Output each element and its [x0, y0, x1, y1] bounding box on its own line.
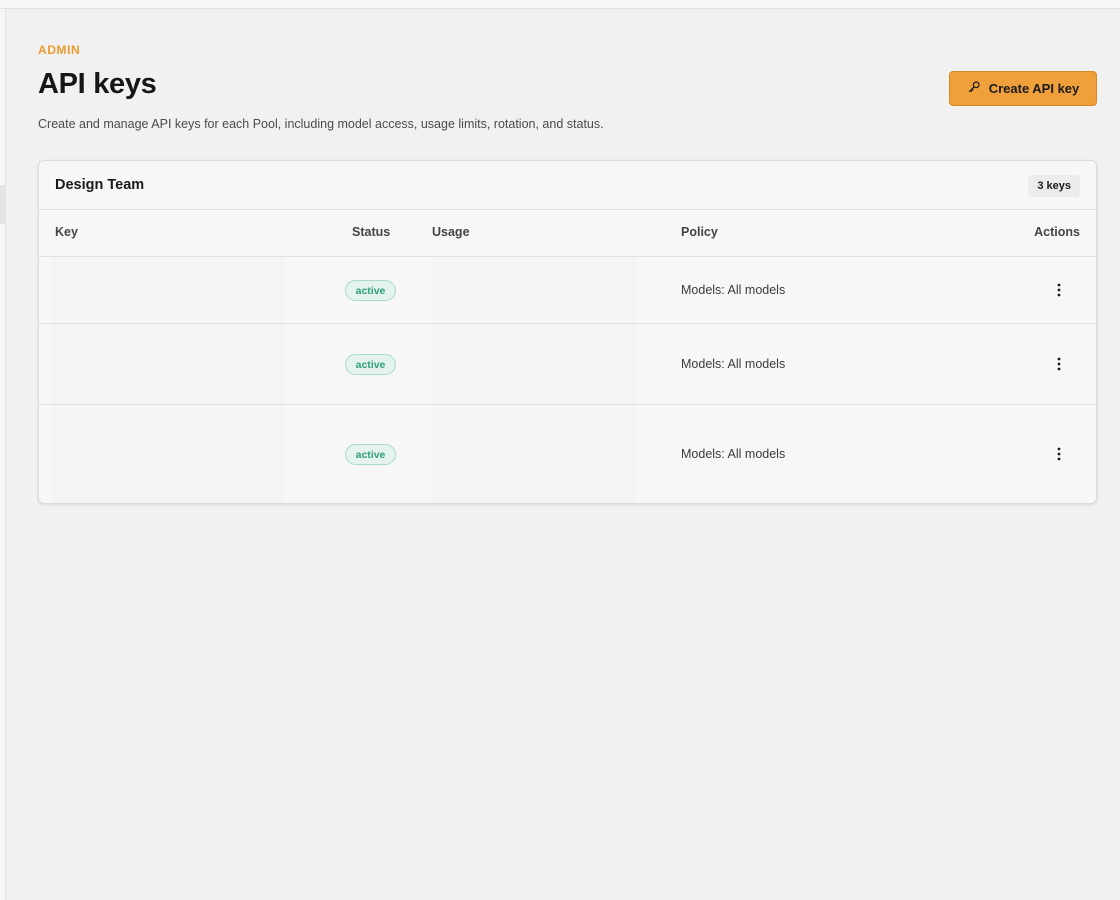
more-vertical-icon[interactable]	[1051, 281, 1067, 299]
status-badge: active	[345, 280, 396, 301]
more-vertical-icon[interactable]	[1051, 445, 1067, 463]
section-eyebrow: ADMIN	[38, 43, 81, 57]
policy-text: Models: All models	[681, 357, 786, 371]
page-description: Create and manage API keys for each Pool…	[38, 117, 604, 131]
sidebar-active-marker	[0, 185, 6, 224]
left-sidebar-edge	[0, 9, 6, 900]
row-divider	[39, 323, 1096, 324]
column-header-policy: Policy	[681, 225, 718, 239]
status-badge: active	[345, 444, 396, 465]
usage-column-placeholder	[432, 257, 636, 503]
key-icon	[967, 80, 981, 97]
top-border	[0, 0, 1120, 9]
create-api-key-button[interactable]: Create API key	[949, 71, 1097, 106]
page-title: API keys	[38, 68, 157, 100]
row-divider	[39, 404, 1096, 405]
policy-text: Models: All models	[681, 283, 786, 297]
pool-card-header: Design Team 3 keys	[39, 161, 1096, 210]
column-header-status: Status	[352, 225, 391, 239]
more-vertical-icon[interactable]	[1051, 355, 1067, 373]
column-header-actions: Actions	[1034, 225, 1080, 239]
key-column-placeholder	[52, 257, 286, 503]
column-header-usage: Usage	[432, 225, 470, 239]
key-count-badge: 3 keys	[1028, 175, 1080, 197]
create-api-key-label: Create API key	[988, 81, 1080, 96]
pool-name: Design Team	[55, 177, 145, 193]
policy-text: Models: All models	[681, 447, 786, 461]
pool-card: Design Team 3 keys Key Status Usage Poli…	[38, 160, 1097, 504]
status-badge: active	[345, 354, 396, 375]
column-header-key: Key	[55, 225, 78, 239]
